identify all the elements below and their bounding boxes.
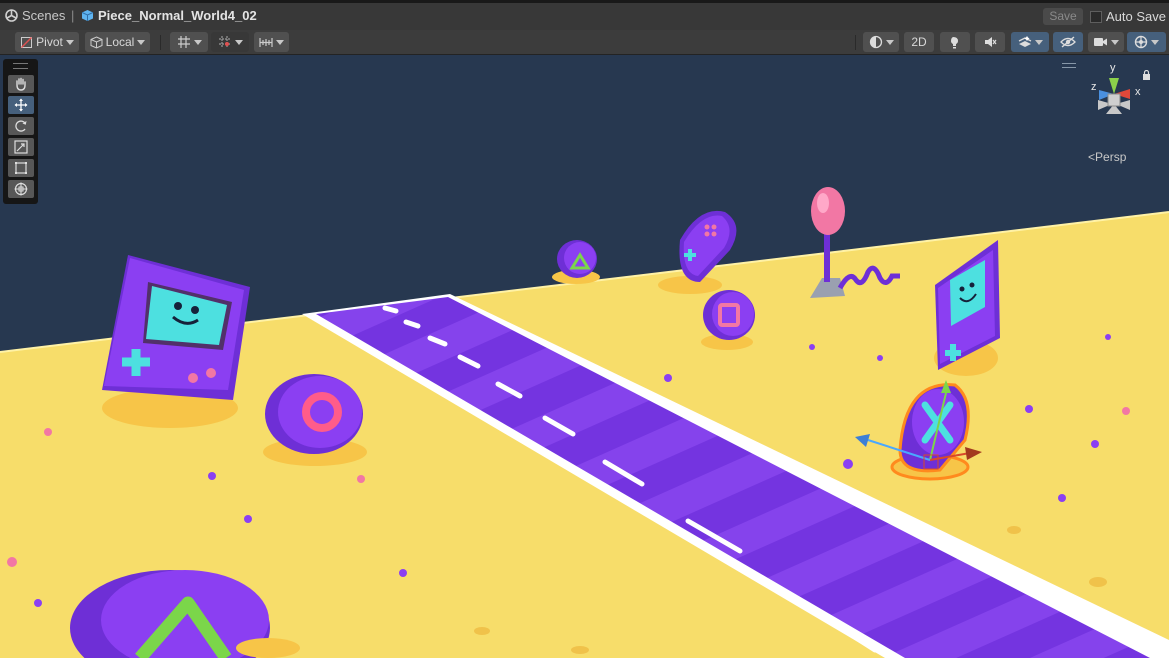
gizmo-x-label: x xyxy=(1135,86,1141,98)
breadcrumb-current-scene[interactable]: Piece_Normal_World4_02 xyxy=(81,8,257,23)
projection-label: Persp xyxy=(1095,150,1127,164)
scene-visibility-icon xyxy=(1060,36,1076,48)
shading-mode-icon xyxy=(869,35,882,49)
autosave-toggle[interactable]: Auto Save xyxy=(1090,9,1166,24)
gizmo-grip[interactable] xyxy=(1062,63,1076,68)
local-label: Local xyxy=(105,35,135,49)
grid-snap-icon xyxy=(177,36,190,48)
persp-icon: < xyxy=(1088,150,1096,164)
rotate-tool-button[interactable] xyxy=(8,117,34,135)
chevron-down-icon xyxy=(234,39,243,45)
lighting-toggle[interactable] xyxy=(940,32,970,52)
move-arrows-icon xyxy=(14,98,28,112)
orientation-gizmo-graphic xyxy=(1098,78,1130,114)
audio-toggle[interactable] xyxy=(975,32,1005,52)
effects-icon xyxy=(1018,36,1031,47)
breadcrumb-scenes[interactable]: Scenes xyxy=(5,8,65,23)
hand-icon xyxy=(16,77,26,91)
gizmo-y-label: y xyxy=(1110,62,1116,74)
chevron-down-icon xyxy=(1151,39,1159,45)
lighting-icon xyxy=(951,37,958,49)
rect-tool-button[interactable] xyxy=(8,159,34,177)
view-tool-button[interactable] xyxy=(8,75,34,93)
lock-icon[interactable] xyxy=(1142,70,1151,80)
autosave-label: Auto Save xyxy=(1106,9,1166,24)
pivot-icon xyxy=(21,36,33,48)
mode-2d-toggle[interactable]: 2D xyxy=(904,32,934,52)
scene-toolbar: Pivot Local 2D xyxy=(0,30,1169,55)
projection-toggle[interactable]: <Persp xyxy=(1088,150,1126,164)
mode-2d-label: 2D xyxy=(911,35,927,49)
gizmos-icon xyxy=(1134,35,1148,49)
square-button-piece xyxy=(701,290,755,350)
chevron-down-icon xyxy=(1034,39,1043,45)
move-tool-button[interactable] xyxy=(8,96,34,114)
toolbar-separator xyxy=(855,35,856,50)
scene-name: Piece_Normal_World4_02 xyxy=(98,8,257,23)
scene-header-bar: Scenes | Piece_Normal_World4_02 Save Aut… xyxy=(0,0,1169,30)
shading-mode-dropdown[interactable] xyxy=(863,32,899,52)
rect-transform-icon xyxy=(15,162,27,174)
camera-dropdown[interactable] xyxy=(1088,32,1124,52)
audio-icon xyxy=(985,37,997,47)
increment-snap-dropdown[interactable] xyxy=(211,32,249,52)
breadcrumb-scenes-label: Scenes xyxy=(22,8,66,23)
transform-icon xyxy=(14,182,28,196)
ruler-icon xyxy=(259,38,273,47)
gizmo-z-label: z xyxy=(1091,81,1097,93)
scene-viewport[interactable]: y x z <Persp xyxy=(0,55,1169,658)
ruler-dropdown[interactable] xyxy=(254,32,289,52)
chevron-down-icon xyxy=(65,39,74,45)
save-button[interactable]: Save xyxy=(1043,8,1083,25)
tools-grip[interactable] xyxy=(13,63,28,69)
local-dropdown[interactable]: Local xyxy=(85,32,150,52)
effects-dropdown[interactable] xyxy=(1011,32,1049,52)
gizmos-dropdown[interactable] xyxy=(1127,32,1166,52)
chevron-down-icon xyxy=(137,39,146,45)
toolbar-separator xyxy=(160,35,161,50)
transform-tool-button[interactable] xyxy=(8,180,34,198)
prefab-cube-icon xyxy=(81,10,94,21)
chevron-down-icon xyxy=(193,39,202,45)
chevron-down-icon xyxy=(1111,39,1119,45)
tools-overlay xyxy=(3,59,38,204)
grid-snap-dropdown[interactable] xyxy=(170,32,208,52)
camera-icon xyxy=(1094,38,1107,46)
orientation-gizmo[interactable]: y x z xyxy=(1082,62,1146,134)
local-icon xyxy=(90,35,103,49)
scene-visibility-toggle[interactable] xyxy=(1053,32,1083,52)
pivot-label: Pivot xyxy=(36,35,63,49)
unity-logo-icon xyxy=(5,9,18,22)
breadcrumb-separator: | xyxy=(71,8,75,23)
increment-snap-icon xyxy=(218,36,231,48)
chevron-down-icon xyxy=(885,39,894,45)
chevron-down-icon xyxy=(276,39,284,45)
scale-icon xyxy=(14,140,28,154)
rotate-icon xyxy=(15,120,27,132)
autosave-checkbox[interactable] xyxy=(1090,10,1102,23)
pivot-dropdown[interactable]: Pivot xyxy=(15,32,79,52)
scene-render xyxy=(0,55,1169,658)
scale-tool-button[interactable] xyxy=(8,138,34,156)
